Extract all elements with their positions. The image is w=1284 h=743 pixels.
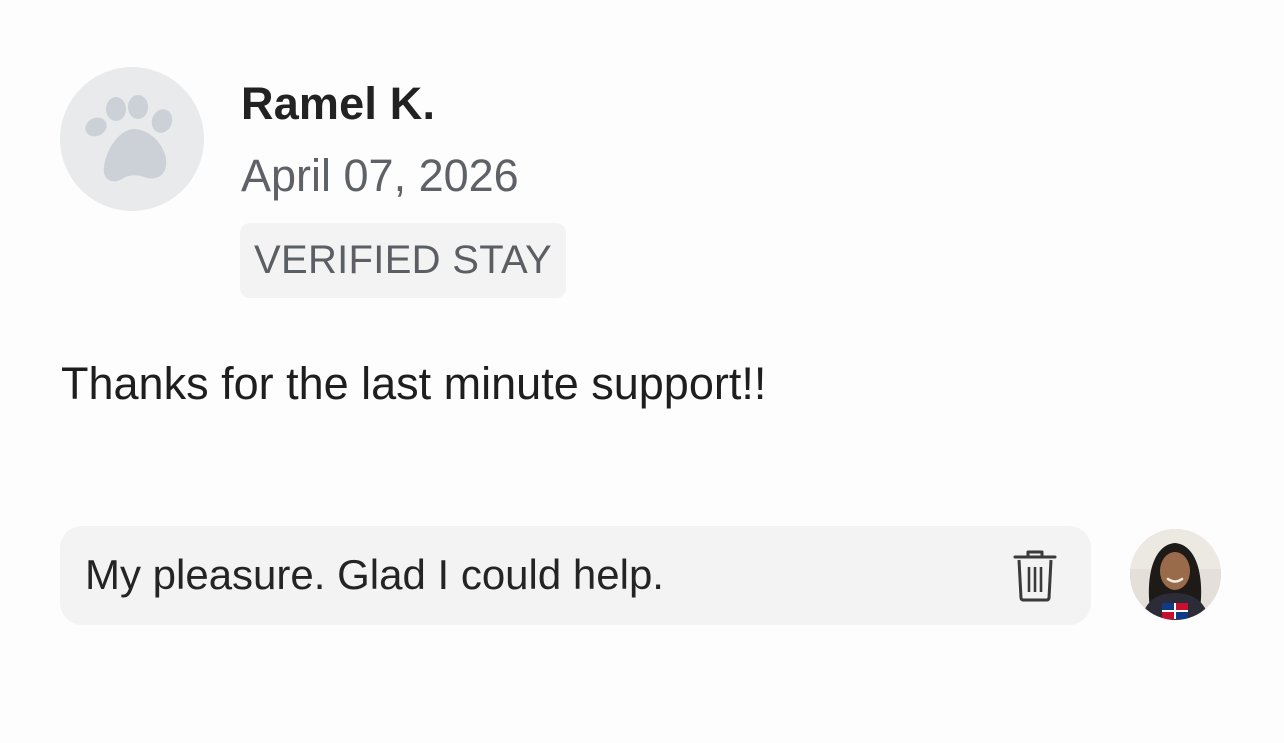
host-reply-bubble: My pleasure. Glad I could help. — [60, 526, 1091, 625]
reviewer-avatar — [60, 67, 204, 211]
trash-icon — [1013, 550, 1057, 602]
host-reply-text: My pleasure. Glad I could help. — [85, 551, 664, 598]
verified-stay-badge: VERIFIED STAY — [240, 223, 567, 298]
review-card: Ramel K. April 07, 2026 VERIFIED STAY Th… — [0, 0, 1284, 743]
review-date: April 07, 2026 — [241, 150, 519, 201]
host-avatar-photo — [1130, 529, 1221, 620]
delete-reply-button[interactable] — [1005, 546, 1065, 606]
host-avatar[interactable] — [1130, 529, 1221, 620]
review-text: Thanks for the last minute support!! — [61, 358, 767, 409]
reviewer-name: Ramel K. — [241, 78, 436, 129]
paw-icon — [85, 95, 173, 182]
